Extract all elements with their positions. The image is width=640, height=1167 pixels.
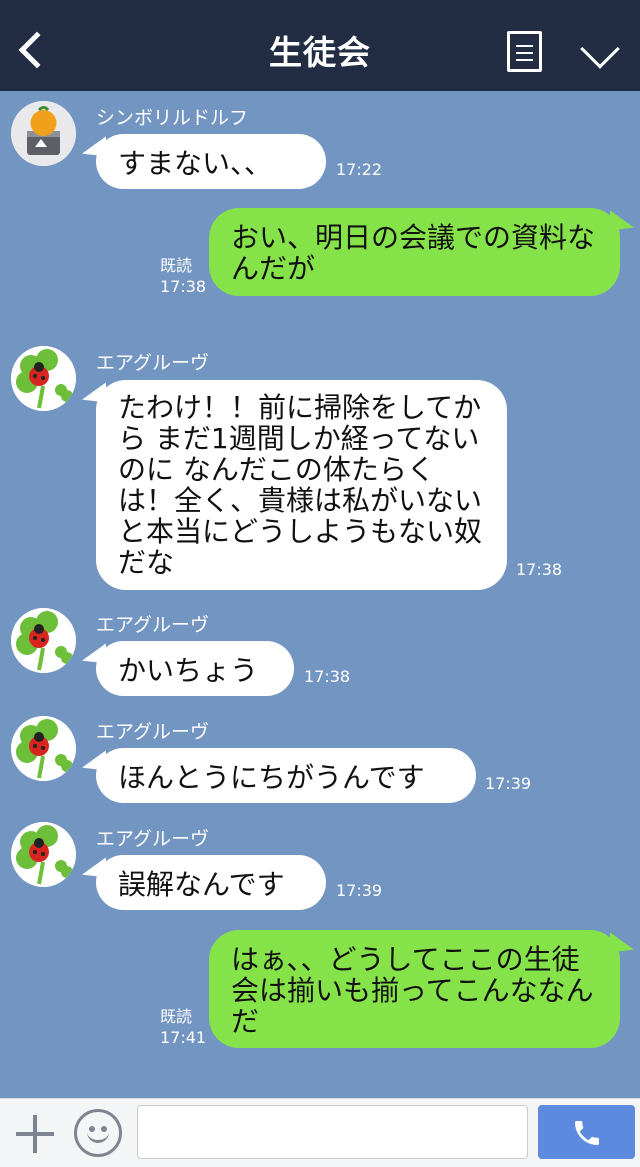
phone-icon xyxy=(575,1121,599,1145)
message-bubble[interactable]: はぁ、、どうしてここの生徒会は揃いも揃ってこんななんだ xyxy=(209,930,620,1048)
ladybug-clover-icon xyxy=(11,346,76,411)
message-time: 17:39 xyxy=(485,774,532,793)
avatar-air-groove[interactable] xyxy=(11,716,76,781)
sender-name: シンボリルドルフ xyxy=(96,107,249,129)
notes-icon[interactable] xyxy=(507,31,542,72)
message-bubble[interactable]: 誤解なんです xyxy=(96,855,326,910)
call-button[interactable] xyxy=(538,1105,635,1159)
avatar-air-groove[interactable] xyxy=(11,822,76,887)
sender-name: エアグルーヴ xyxy=(96,352,210,374)
plus-icon[interactable] xyxy=(14,1113,56,1155)
read-label: 既読 xyxy=(160,1007,193,1026)
message-bubble[interactable]: かいちょう xyxy=(96,641,294,696)
ladybug-clover-icon xyxy=(11,716,76,781)
message-bubble[interactable]: たわけ！！前に掃除をしてから まだ1週間しか経ってないのに なんだこの体たらくは… xyxy=(96,380,507,590)
ladybug-clover-icon xyxy=(11,608,76,673)
message-text: はぁ、、どうしてここの生徒会は揃いも揃ってこんななんだ xyxy=(231,943,594,1038)
read-receipt: 既読 17:41 xyxy=(160,1006,206,1048)
avatar-air-groove[interactable] xyxy=(11,346,76,411)
sender-name: エアグルーヴ xyxy=(96,721,210,743)
avatar-air-groove[interactable] xyxy=(11,608,76,673)
message-input[interactable] xyxy=(137,1105,528,1159)
message-text: ほんとうにちがうんです xyxy=(118,761,425,794)
chat-header: 生徒会 xyxy=(0,0,640,91)
ladybug-clover-icon xyxy=(11,822,76,887)
message-time: 17:38 xyxy=(516,560,563,579)
message-bubble[interactable]: ほんとうにちがうんです xyxy=(96,748,476,803)
smiley-icon[interactable] xyxy=(74,1109,122,1157)
message-bubble[interactable]: おい、明日の会議での資料なんだが xyxy=(209,208,620,296)
sender-name: エアグルーヴ xyxy=(96,614,210,636)
message-text: たわけ！！前に掃除をしてから まだ1週間しか経ってないのに なんだこの体たらくは… xyxy=(118,391,483,579)
orange-cake-icon xyxy=(11,101,76,166)
message-text: かいちょう xyxy=(118,654,259,687)
message-time: 17:38 xyxy=(160,277,207,296)
read-receipt: 既読 17:38 xyxy=(160,255,206,297)
message-time: 17:39 xyxy=(336,881,383,900)
avatar-symboli-rudolf[interactable] xyxy=(11,101,76,166)
message-text: すまない、、 xyxy=(118,147,273,180)
message-time: 17:38 xyxy=(304,667,351,686)
chat-title: 生徒会 xyxy=(269,33,371,72)
message-bubble[interactable]: すまない、、 xyxy=(96,134,326,189)
message-time: 17:22 xyxy=(336,160,383,179)
message-text: おい、明日の会議での資料なんだが xyxy=(231,221,596,285)
message-composer xyxy=(0,1098,640,1167)
message-text: 誤解なんです xyxy=(118,868,285,901)
read-label: 既読 xyxy=(160,256,193,275)
message-time: 17:41 xyxy=(160,1028,207,1047)
sender-name: エアグルーヴ xyxy=(96,828,210,850)
